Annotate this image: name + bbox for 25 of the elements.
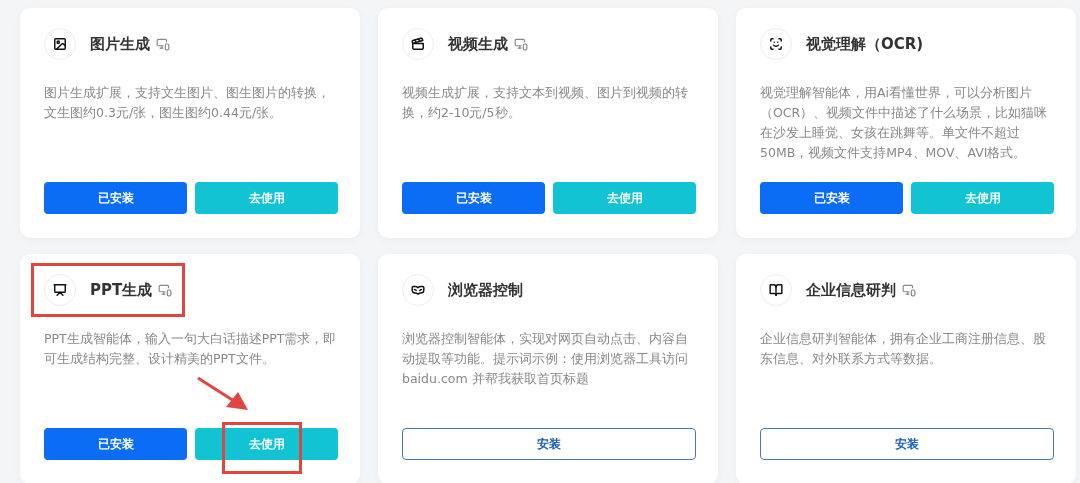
presentation-icon xyxy=(53,283,67,297)
install-button[interactable]: 安装 xyxy=(402,428,696,460)
scan-face-icon xyxy=(769,37,783,51)
card-title: 图片生成 xyxy=(90,34,150,54)
installed-button[interactable]: 已安装 xyxy=(760,182,903,214)
arrow xyxy=(197,376,248,410)
card-description: PPT生成智能体，输入一句大白话描述PPT需求，即可生成结构完整、设计精美的PPT文件。 xyxy=(44,330,338,368)
card-title: 企业信息研判 xyxy=(806,280,896,300)
card-description: 浏览器控制智能体，实现对网页自动点击、内容自动提取等功能。提示词示例：使用浏览器工具访问 baidu.com 并帮我获取首页标题 xyxy=(402,330,689,388)
card-title: PPT生成 xyxy=(90,280,153,300)
book-icon xyxy=(769,283,783,297)
card-title: 视觉理解（OCR) xyxy=(806,34,924,54)
installed-button[interactable]: 已安装 xyxy=(44,182,187,214)
mask-icon xyxy=(411,283,425,297)
image-icon xyxy=(53,37,67,51)
card-description: 视频生成扩展，支持文本到视频、图片到视频的转换，约2-10元/5秒。 xyxy=(402,84,689,122)
card-title: 浏览器控制 xyxy=(448,280,523,300)
installed-button[interactable]: 已安装 xyxy=(402,182,545,214)
clapperboard-icon xyxy=(411,37,425,51)
card-title: 视频生成 xyxy=(448,34,508,54)
install-button[interactable]: 安装 xyxy=(760,428,1054,460)
installed-button[interactable]: 已安装 xyxy=(44,428,187,460)
card-description: 视觉理解智能体，用Ai看懂世界，可以分析图片（OCR）、视频文件中描述了什么场景，比如猫咪在沙发上睡觉、女孩在跳舞等。单文件不超过50MB，视频文件支持MP4、MOV、AVI格式。 xyxy=(760,84,1049,162)
card-description: 图片生成扩展，支持文生图片、图生图片的转换，文生图约0.3元/张，图生图约0.44元/张。 xyxy=(44,84,331,122)
card-description: 企业信息研判智能体，拥有企业工商注册信息、股东信息、对外联系方式等数据。 xyxy=(760,330,1047,368)
